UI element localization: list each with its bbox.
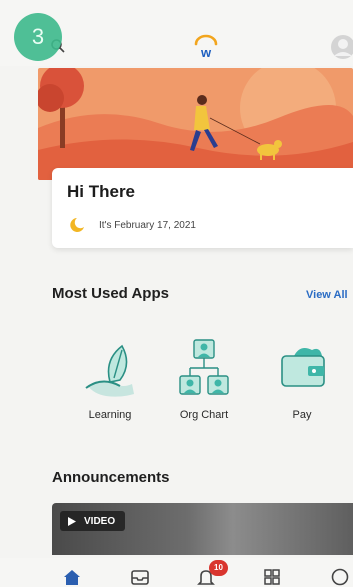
video-badge: VIDEO [60, 511, 126, 531]
hero-landscape-image [38, 68, 353, 180]
date-row: It's February 17, 2021 [68, 216, 196, 234]
app-pay[interactable]: Pay [262, 338, 342, 428]
crescent-moon-icon [70, 218, 84, 232]
profile-icon[interactable] [330, 34, 353, 60]
announcements-title: Announcements [52, 469, 170, 486]
home-icon[interactable] [62, 568, 82, 586]
profile-nav-icon[interactable] [330, 568, 350, 586]
learning-leaf-icon [85, 344, 134, 397]
date-text: It's February 17, 2021 [99, 219, 196, 231]
svg-text:w: w [200, 45, 212, 60]
view-all-link[interactable]: View All [306, 289, 348, 301]
step-number-badge: 3 [14, 13, 62, 61]
wallet-icon [281, 348, 325, 387]
app-org-chart[interactable]: Org Chart [164, 338, 244, 428]
greeting-title: Hi There [67, 182, 136, 201]
hero-illustration [38, 68, 353, 180]
notification-count-badge: 10 [209, 560, 228, 576]
announcement-video-card[interactable]: VIDEO [52, 503, 353, 555]
workday-logo-icon[interactable]: w [192, 34, 220, 60]
app-label: Learning [88, 409, 132, 421]
play-icon [68, 516, 76, 526]
video-badge-label: VIDEO [84, 515, 116, 527]
app-label: Pay [292, 409, 312, 421]
app-learning[interactable]: Learning [70, 338, 150, 428]
app-label: Org Chart [179, 409, 229, 421]
most-used-apps-title: Most Used Apps [52, 285, 169, 302]
bottom-navigation [0, 558, 353, 587]
inbox-icon[interactable] [130, 568, 150, 586]
org-chart-icon [179, 339, 229, 395]
apps-grid-icon[interactable] [262, 568, 282, 586]
greeting-card: Hi There It's February 17, 2021 [52, 168, 353, 248]
